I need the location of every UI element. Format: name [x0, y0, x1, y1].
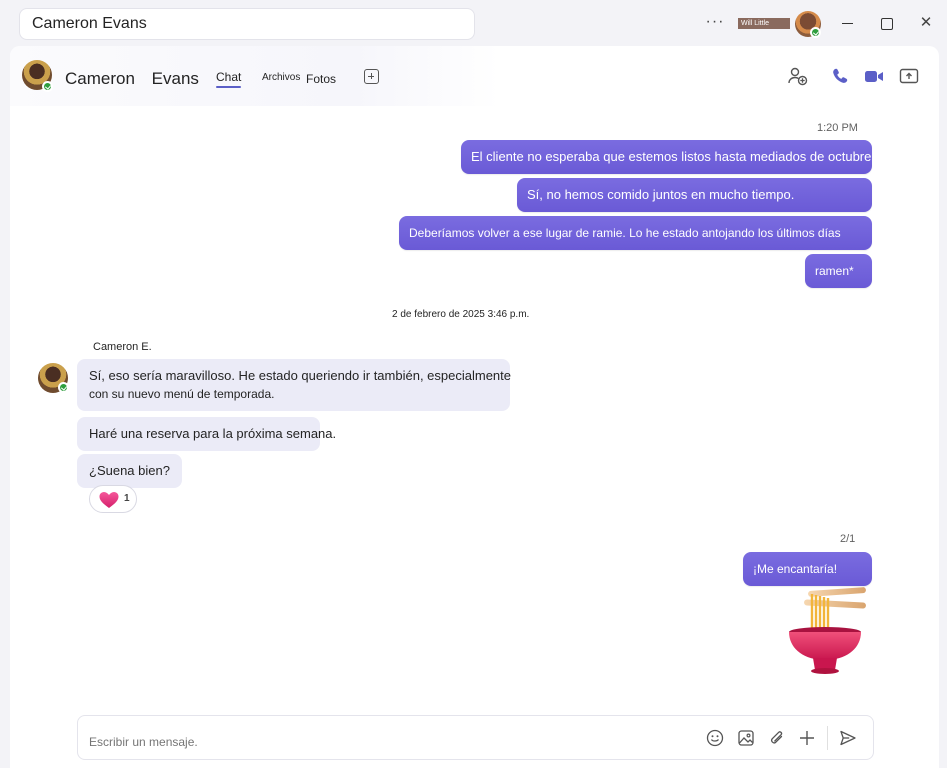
message-timestamp: 2/1	[840, 533, 856, 545]
attach-icon[interactable]	[767, 728, 787, 748]
title-search-box[interactable]: Cameron Evans	[19, 8, 475, 40]
outgoing-message[interactable]: ¡Me encantaría!	[743, 552, 872, 586]
plus-icon[interactable]	[797, 728, 817, 748]
reaction-count: 1	[124, 493, 130, 504]
message-timestamp: 1:20 PM	[817, 122, 858, 134]
message-input[interactable]	[89, 735, 649, 749]
minimize-button[interactable]	[837, 12, 859, 34]
more-options-button[interactable]: ···	[705, 12, 725, 32]
reaction-badge[interactable]: 1	[89, 485, 137, 513]
title-search-text: Cameron Evans	[32, 15, 147, 32]
contact-presence-icon	[42, 81, 53, 92]
incoming-message[interactable]: Haré una reserva para la próxima semana.	[77, 417, 336, 451]
audio-call-icon[interactable]	[829, 66, 851, 86]
maximize-button[interactable]	[876, 12, 898, 34]
close-window-button[interactable]: ✕	[915, 12, 937, 34]
chat-header: Cameron Evans Chat Archivos Fotos	[10, 46, 939, 106]
incoming-message[interactable]: ¿Suena bien?	[77, 454, 182, 488]
sender-name: Cameron E.	[93, 341, 152, 353]
sender-presence-icon	[58, 382, 69, 393]
share-screen-icon[interactable]	[898, 66, 920, 86]
message-composer	[77, 715, 874, 760]
outgoing-message[interactable]: ramen*	[805, 254, 872, 288]
add-tab-icon[interactable]	[364, 69, 379, 84]
outgoing-message[interactable]: Sí, no hemos comido juntos en mucho tiem…	[517, 178, 872, 212]
outgoing-message[interactable]: El cliente no esperaba que estemos listo…	[461, 140, 872, 174]
heart-icon	[99, 492, 119, 508]
date-divider: 2 de febrero de 2025 3:46 p.m.	[392, 309, 530, 320]
user-name-chip: Will Little	[738, 18, 790, 29]
image-icon[interactable]	[736, 728, 756, 748]
chat-panel: Cameron Evans Chat Archivos Fotos 1:20 P…	[10, 46, 939, 768]
ramen-bowl-icon[interactable]	[782, 586, 868, 676]
tab-files[interactable]: Archivos	[262, 72, 300, 83]
video-call-icon[interactable]	[863, 66, 885, 86]
tab-photos[interactable]: Fotos	[306, 72, 336, 86]
add-people-icon[interactable]	[787, 66, 809, 86]
incoming-message[interactable]: Sí, eso sería maravilloso. He estado que…	[77, 359, 511, 411]
tab-chat[interactable]: Chat	[216, 70, 242, 88]
contact-name: Cameron Evans	[65, 69, 199, 88]
user-presence-icon	[810, 27, 821, 38]
emoji-icon[interactable]	[705, 728, 725, 748]
send-icon[interactable]	[838, 728, 858, 748]
outgoing-message[interactable]: Deberíamos volver a ese lugar de ramie. …	[399, 216, 872, 250]
